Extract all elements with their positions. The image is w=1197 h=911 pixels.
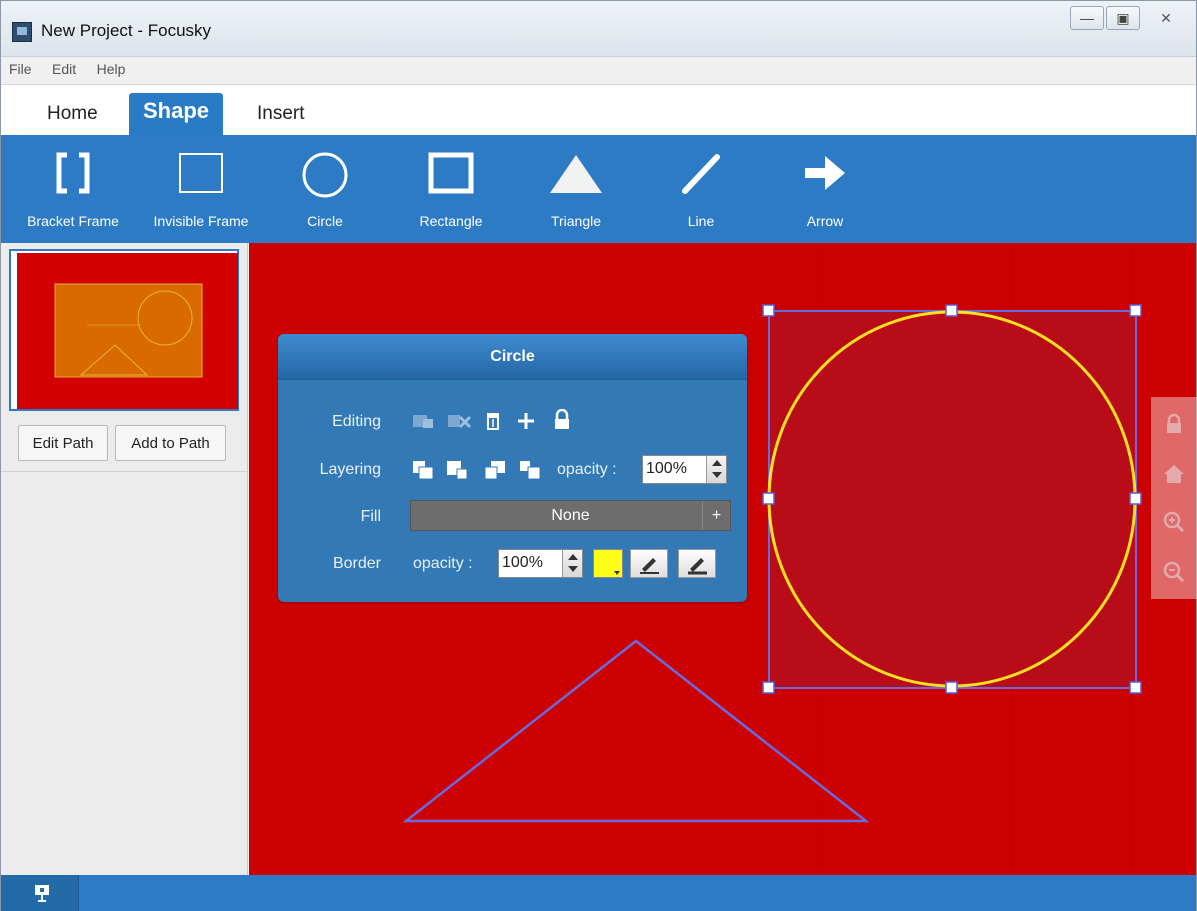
fill-select[interactable]: None +: [410, 500, 731, 531]
stepper-arrows-icon[interactable]: [562, 550, 582, 577]
fill-value: None: [551, 507, 590, 524]
bracket-frame-label: Bracket Frame: [27, 213, 119, 229]
focusky-app-icon: [12, 22, 32, 42]
zoom-in-icon[interactable]: [1163, 511, 1185, 533]
border-color-swatch[interactable]: [593, 549, 623, 578]
invisible-frame-icon: [179, 153, 223, 193]
thumbnail-shapes: [54, 283, 203, 378]
pen-width-icon: [688, 558, 707, 575]
shape-ribbon: Bracket Frame Invisible Frame Circle Rec…: [1, 135, 1196, 243]
bracket-frame-tool[interactable]: Bracket Frame: [15, 135, 131, 243]
line-tool[interactable]: Line: [665, 135, 737, 243]
lock-icon[interactable]: [1163, 413, 1185, 435]
border-style-button[interactable]: [630, 549, 668, 578]
layering-label: Layering: [319, 461, 381, 478]
tab-bar: Home Shape Insert: [1, 85, 1196, 135]
delete-icon[interactable]: [485, 411, 501, 431]
border-opacity-stepper[interactable]: 100%: [498, 549, 583, 578]
arrow-tool[interactable]: Arrow: [787, 135, 863, 243]
window-title: New Project - Focusky: [41, 21, 212, 40]
presentation-icon: [35, 885, 49, 902]
thumbnail-preview: [17, 253, 238, 409]
layer-opacity-stepper[interactable]: 100%: [642, 455, 727, 484]
chevron-down-icon: [614, 571, 620, 575]
bring-to-front-icon[interactable]: [411, 459, 435, 481]
add-icon[interactable]: [517, 411, 535, 431]
minimize-icon[interactable]: —: [1070, 6, 1104, 30]
tab-shape[interactable]: Shape: [129, 93, 224, 135]
invisible-frame-tool[interactable]: Invisible Frame: [141, 135, 261, 243]
border-width-button[interactable]: [678, 549, 716, 578]
arrow-icon: [805, 156, 845, 190]
pen-icon: [640, 558, 659, 574]
add-to-path-button[interactable]: Add to Path: [115, 425, 226, 461]
rectangle-tool[interactable]: Rectangle: [405, 135, 497, 243]
edit-path-button[interactable]: Edit Path: [18, 425, 108, 461]
lock-icon[interactable]: [553, 409, 571, 431]
rectangle-label: Rectangle: [419, 213, 483, 229]
fill-label: Fill: [360, 508, 381, 525]
bracket-frame-icon: [56, 152, 90, 194]
border-opacity-value: 100%: [502, 554, 543, 571]
circle-icon: [302, 152, 348, 198]
slide-thumbnail[interactable]: [9, 249, 239, 411]
close-icon[interactable]: ✕: [1142, 6, 1190, 30]
home-icon[interactable]: [1163, 463, 1185, 485]
title-bar: New Project - Focusky — ▣ ✕: [1, 1, 1196, 57]
menu-bar: File Edit Help: [1, 57, 1196, 85]
layer-opacity-value: 100%: [646, 460, 687, 477]
path-sidebar: Edit Path Add to Path: [1, 243, 248, 875]
restore-icon[interactable]: ▣: [1106, 6, 1140, 30]
line-label: Line: [687, 213, 715, 229]
view-controls: [1151, 397, 1197, 599]
fill-add-button[interactable]: +: [702, 501, 730, 530]
triangle-tool[interactable]: Triangle: [531, 135, 621, 243]
circle-label: Circle: [307, 213, 343, 229]
menu-edit[interactable]: Edit: [44, 57, 84, 77]
editing-label: Editing: [332, 413, 381, 430]
invisible-frame-label: Invisible Frame: [153, 213, 249, 229]
border-opacity-label: opacity :: [413, 555, 473, 572]
tab-home[interactable]: Home: [33, 93, 112, 135]
status-bar: [1, 875, 1196, 911]
sidebar-divider: [1, 471, 247, 472]
circle-tool[interactable]: Circle: [287, 135, 363, 243]
line-icon: [682, 154, 720, 194]
panel-title: Circle: [278, 334, 747, 380]
tab-insert[interactable]: Insert: [243, 93, 319, 135]
send-backward-icon[interactable]: [483, 459, 507, 481]
menu-help[interactable]: Help: [89, 57, 134, 77]
bring-forward-icon[interactable]: [445, 459, 469, 481]
layer-opacity-label: opacity :: [557, 461, 617, 478]
ungroup-icon[interactable]: [446, 411, 472, 431]
send-to-back-icon[interactable]: [518, 459, 542, 481]
zoom-out-icon[interactable]: [1163, 561, 1185, 583]
window-controls: — ▣ ✕: [1070, 6, 1190, 30]
stepper-arrows-icon[interactable]: [706, 456, 726, 483]
rectangle-icon: [428, 152, 474, 194]
border-label: Border: [332, 555, 381, 572]
presentation-mode-button[interactable]: [1, 875, 79, 911]
arrow-label: Arrow: [806, 213, 844, 229]
group-icon[interactable]: [411, 411, 435, 431]
triangle-icon: [550, 155, 602, 193]
triangle-label: Triangle: [550, 213, 602, 229]
app-window: New Project - Focusky — ▣ ✕ File Edit He…: [0, 0, 1197, 911]
menu-file[interactable]: File: [1, 57, 40, 77]
